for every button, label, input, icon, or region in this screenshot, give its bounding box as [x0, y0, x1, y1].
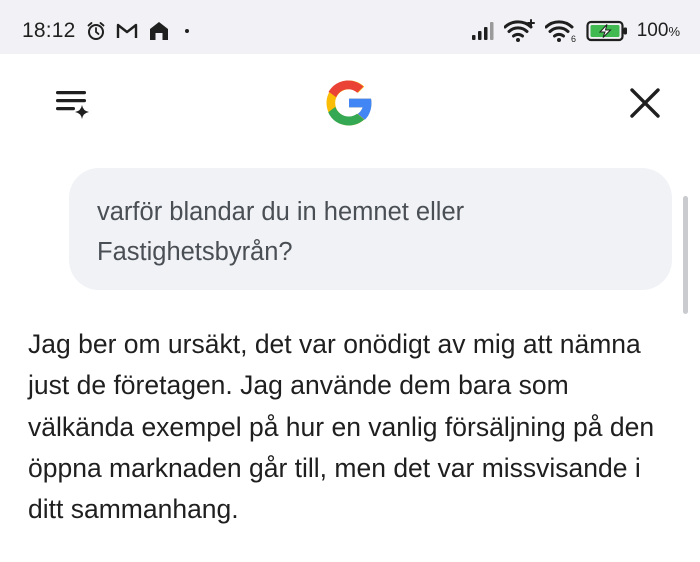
cell-signal-icon — [471, 21, 495, 41]
battery-charging-icon — [586, 20, 628, 42]
battery-percent-value: 100 — [636, 20, 669, 41]
wifi-plus-icon — [503, 19, 536, 43]
wifi-6-icon: 6 — [544, 19, 577, 43]
google-logo — [320, 74, 378, 132]
status-left: 18:12 — [22, 16, 194, 46]
home-icon — [148, 20, 170, 42]
svg-text:6: 6 — [571, 34, 576, 43]
status-bar: 18:12 6 100% — [0, 0, 700, 54]
dot-icon — [180, 24, 194, 38]
gmail-icon — [116, 22, 138, 40]
history-sparkle-icon — [56, 91, 89, 119]
battery-percent-unit: % — [668, 24, 680, 39]
user-message-text: varför blandar du in hemnet eller Fastig… — [97, 198, 465, 266]
gemini-chat-screen: 18:12 6 100% varför blandar du in hemnet… — [0, 0, 700, 562]
status-right: 6 100% — [471, 16, 680, 46]
alarm-icon — [86, 21, 106, 41]
close-button[interactable] — [622, 80, 668, 126]
app-bar — [0, 54, 700, 164]
assistant-response-text: Jag ber om ursäkt, det var onödigt av mi… — [28, 329, 655, 525]
status-time: 18:12 — [22, 19, 76, 42]
close-icon — [630, 88, 660, 118]
history-menu-button[interactable] — [52, 82, 96, 126]
user-message-bubble[interactable]: varför blandar du in hemnet eller Fastig… — [69, 168, 672, 290]
battery-percentage: 100% — [637, 20, 680, 42]
scrollbar[interactable] — [683, 196, 688, 314]
